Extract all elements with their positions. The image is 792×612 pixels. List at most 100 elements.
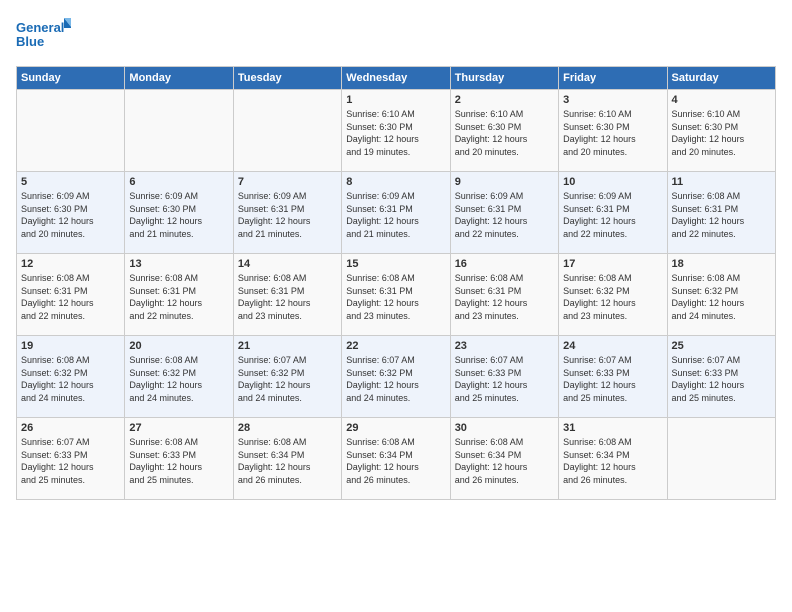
day-number: 31 bbox=[563, 422, 662, 434]
day-info: Sunrise: 6:10 AM Sunset: 6:30 PM Dayligh… bbox=[346, 108, 445, 158]
calendar-cell: 22 Sunrise: 6:07 AM Sunset: 6:32 PM Dayli… bbox=[342, 336, 450, 418]
day-number: 27 bbox=[129, 422, 228, 434]
calendar-cell bbox=[233, 90, 341, 172]
day-info: Sunrise: 6:09 AM Sunset: 6:31 PM Dayligh… bbox=[455, 190, 554, 240]
logo: General Blue bbox=[16, 16, 71, 56]
header-day: Thursday bbox=[450, 67, 558, 90]
day-info: Sunrise: 6:08 AM Sunset: 6:32 PM Dayligh… bbox=[672, 272, 771, 322]
calendar-cell: 15 Sunrise: 6:08 AM Sunset: 6:31 PM Dayli… bbox=[342, 254, 450, 336]
day-number: 3 bbox=[563, 94, 662, 106]
day-number: 22 bbox=[346, 340, 445, 352]
calendar-cell: 20 Sunrise: 6:08 AM Sunset: 6:32 PM Dayli… bbox=[125, 336, 233, 418]
calendar-cell: 19Sunrise: 6:08 AM Sunset: 6:32 PM Dayli… bbox=[17, 336, 125, 418]
calendar-week-row: 1Sunrise: 6:10 AM Sunset: 6:30 PM Daylig… bbox=[17, 90, 776, 172]
day-number: 26 bbox=[21, 422, 120, 434]
calendar-cell: 31Sunrise: 6:08 AM Sunset: 6:34 PM Dayli… bbox=[559, 418, 667, 500]
calendar-week-row: 26 Sunrise: 6:07 AM Sunset: 6:33 PM Dayli… bbox=[17, 418, 776, 500]
day-number: 28 bbox=[238, 422, 337, 434]
page-header: General Blue bbox=[16, 16, 776, 56]
day-info: Sunrise: 6:08 AM Sunset: 6:31 PM Dayligh… bbox=[672, 190, 771, 240]
day-info: Sunrise: 6:07 AM Sunset: 6:33 PM Dayligh… bbox=[672, 354, 771, 404]
calendar-cell: 17 Sunrise: 6:08 AM Sunset: 6:32 PM Dayli… bbox=[559, 254, 667, 336]
calendar-cell: 14Sunrise: 6:08 AM Sunset: 6:31 PM Dayli… bbox=[233, 254, 341, 336]
day-info: Sunrise: 6:08 AM Sunset: 6:32 PM Dayligh… bbox=[21, 354, 120, 404]
day-number: 7 bbox=[238, 176, 337, 188]
day-info: Sunrise: 6:10 AM Sunset: 6:30 PM Dayligh… bbox=[672, 108, 771, 158]
day-number: 24 bbox=[563, 340, 662, 352]
calendar-cell: 1Sunrise: 6:10 AM Sunset: 6:30 PM Daylig… bbox=[342, 90, 450, 172]
day-info: Sunrise: 6:10 AM Sunset: 6:30 PM Dayligh… bbox=[563, 108, 662, 158]
calendar-cell bbox=[667, 418, 775, 500]
day-number: 20 bbox=[129, 340, 228, 352]
day-info: Sunrise: 6:08 AM Sunset: 6:31 PM Dayligh… bbox=[455, 272, 554, 322]
header-day: Wednesday bbox=[342, 67, 450, 90]
day-info: Sunrise: 6:08 AM Sunset: 6:33 PM Dayligh… bbox=[129, 436, 228, 486]
day-info: Sunrise: 6:08 AM Sunset: 6:31 PM Dayligh… bbox=[238, 272, 337, 322]
day-info: Sunrise: 6:08 AM Sunset: 6:34 PM Dayligh… bbox=[455, 436, 554, 486]
day-info: Sunrise: 6:10 AM Sunset: 6:30 PM Dayligh… bbox=[455, 108, 554, 158]
calendar-body: 1Sunrise: 6:10 AM Sunset: 6:30 PM Daylig… bbox=[17, 90, 776, 500]
day-info: Sunrise: 6:09 AM Sunset: 6:31 PM Dayligh… bbox=[238, 190, 337, 240]
day-info: Sunrise: 6:08 AM Sunset: 6:32 PM Dayligh… bbox=[129, 354, 228, 404]
day-number: 12 bbox=[21, 258, 120, 270]
calendar-cell: 2 Sunrise: 6:10 AM Sunset: 6:30 PM Daylig… bbox=[450, 90, 558, 172]
header-day: Monday bbox=[125, 67, 233, 90]
calendar-cell: 13 Sunrise: 6:08 AM Sunset: 6:31 PM Dayli… bbox=[125, 254, 233, 336]
day-number: 15 bbox=[346, 258, 445, 270]
day-number: 17 bbox=[563, 258, 662, 270]
day-info: Sunrise: 6:07 AM Sunset: 6:32 PM Dayligh… bbox=[346, 354, 445, 404]
day-number: 13 bbox=[129, 258, 228, 270]
calendar-cell: 6Sunrise: 6:09 AM Sunset: 6:30 PM Daylig… bbox=[125, 172, 233, 254]
calendar-cell: 8Sunrise: 6:09 AM Sunset: 6:31 PM Daylig… bbox=[342, 172, 450, 254]
calendar-week-row: 12 Sunrise: 6:08 AM Sunset: 6:31 PM Dayli… bbox=[17, 254, 776, 336]
header-day: Tuesday bbox=[233, 67, 341, 90]
calendar-cell: 12 Sunrise: 6:08 AM Sunset: 6:31 PM Dayli… bbox=[17, 254, 125, 336]
calendar-cell: 29 Sunrise: 6:08 AM Sunset: 6:34 PM Dayli… bbox=[342, 418, 450, 500]
svg-text:General: General bbox=[16, 20, 64, 35]
day-info: Sunrise: 6:08 AM Sunset: 6:34 PM Dayligh… bbox=[346, 436, 445, 486]
day-info: Sunrise: 6:09 AM Sunset: 6:30 PM Dayligh… bbox=[21, 190, 120, 240]
calendar-cell: 21 Sunrise: 6:07 AM Sunset: 6:32 PM Dayli… bbox=[233, 336, 341, 418]
day-number: 2 bbox=[455, 94, 554, 106]
calendar-cell: 4 Sunrise: 6:10 AM Sunset: 6:30 PM Daylig… bbox=[667, 90, 775, 172]
calendar-cell: 30Sunrise: 6:08 AM Sunset: 6:34 PM Dayli… bbox=[450, 418, 558, 500]
calendar-page: General Blue SundayMondayTuesdayWednesda… bbox=[0, 0, 792, 612]
day-number: 16 bbox=[455, 258, 554, 270]
day-info: Sunrise: 6:08 AM Sunset: 6:31 PM Dayligh… bbox=[129, 272, 228, 322]
calendar-cell: 16 Sunrise: 6:08 AM Sunset: 6:31 PM Dayli… bbox=[450, 254, 558, 336]
calendar-cell bbox=[125, 90, 233, 172]
day-info: Sunrise: 6:09 AM Sunset: 6:31 PM Dayligh… bbox=[563, 190, 662, 240]
day-number: 9 bbox=[455, 176, 554, 188]
day-number: 23 bbox=[455, 340, 554, 352]
calendar-cell bbox=[17, 90, 125, 172]
calendar-cell: 9 Sunrise: 6:09 AM Sunset: 6:31 PM Daylig… bbox=[450, 172, 558, 254]
day-info: Sunrise: 6:07 AM Sunset: 6:32 PM Dayligh… bbox=[238, 354, 337, 404]
calendar-cell: 24 Sunrise: 6:07 AM Sunset: 6:33 PM Dayli… bbox=[559, 336, 667, 418]
day-number: 4 bbox=[672, 94, 771, 106]
calendar-cell: 18 Sunrise: 6:08 AM Sunset: 6:32 PM Dayli… bbox=[667, 254, 775, 336]
header-day: Sunday bbox=[17, 67, 125, 90]
day-number: 21 bbox=[238, 340, 337, 352]
day-info: Sunrise: 6:07 AM Sunset: 6:33 PM Dayligh… bbox=[563, 354, 662, 404]
calendar-cell: 26 Sunrise: 6:07 AM Sunset: 6:33 PM Dayli… bbox=[17, 418, 125, 500]
calendar-cell: 10Sunrise: 6:09 AM Sunset: 6:31 PM Dayli… bbox=[559, 172, 667, 254]
day-info: Sunrise: 6:08 AM Sunset: 6:31 PM Dayligh… bbox=[346, 272, 445, 322]
day-info: Sunrise: 6:08 AM Sunset: 6:31 PM Dayligh… bbox=[21, 272, 120, 322]
header-day: Saturday bbox=[667, 67, 775, 90]
day-number: 18 bbox=[672, 258, 771, 270]
calendar-cell: 3 Sunrise: 6:10 AM Sunset: 6:30 PM Daylig… bbox=[559, 90, 667, 172]
day-info: Sunrise: 6:07 AM Sunset: 6:33 PM Dayligh… bbox=[21, 436, 120, 486]
calendar-cell: 11Sunrise: 6:08 AM Sunset: 6:31 PM Dayli… bbox=[667, 172, 775, 254]
header-day: Friday bbox=[559, 67, 667, 90]
calendar-cell: 25Sunrise: 6:07 AM Sunset: 6:33 PM Dayli… bbox=[667, 336, 775, 418]
day-number: 29 bbox=[346, 422, 445, 434]
day-info: Sunrise: 6:07 AM Sunset: 6:33 PM Dayligh… bbox=[455, 354, 554, 404]
day-number: 5 bbox=[21, 176, 120, 188]
day-number: 8 bbox=[346, 176, 445, 188]
day-info: Sunrise: 6:09 AM Sunset: 6:30 PM Dayligh… bbox=[129, 190, 228, 240]
svg-text:Blue: Blue bbox=[16, 34, 44, 49]
calendar-cell: 5 Sunrise: 6:09 AM Sunset: 6:30 PM Daylig… bbox=[17, 172, 125, 254]
day-info: Sunrise: 6:08 AM Sunset: 6:32 PM Dayligh… bbox=[563, 272, 662, 322]
calendar-week-row: 5 Sunrise: 6:09 AM Sunset: 6:30 PM Daylig… bbox=[17, 172, 776, 254]
calendar-cell: 7 Sunrise: 6:09 AM Sunset: 6:31 PM Daylig… bbox=[233, 172, 341, 254]
